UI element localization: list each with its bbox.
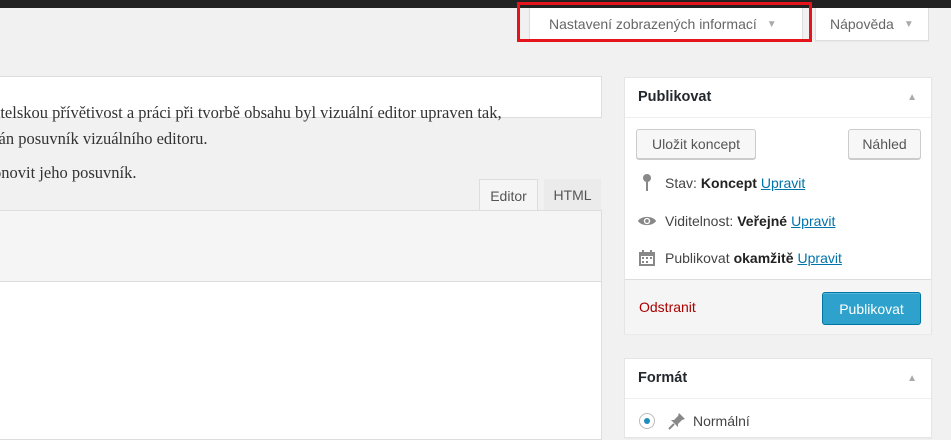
schedule-label: Publikovat: [665, 250, 730, 266]
publish-box-title: Publikovat: [638, 89, 712, 105]
screen-options-tab[interactable]: Nastavení zobrazených informací ▼: [529, 8, 803, 41]
editor-frame[interactable]: [0, 210, 602, 440]
save-draft-button[interactable]: Uložit koncept: [636, 129, 756, 159]
screen-options-label: Nastavení zobrazených informací: [549, 16, 757, 32]
status-value: Koncept: [700, 175, 757, 191]
format-option-label: Normální: [693, 413, 750, 429]
publish-button[interactable]: Publikovat: [822, 292, 921, 325]
visibility-row: Viditelnost: Veřejné Upravit: [637, 211, 835, 231]
format-radio-standard[interactable]: [639, 413, 655, 429]
admin-bar: [0, 0, 951, 8]
format-box-title: Formát: [638, 370, 688, 386]
editor-paragraph: atelskou přívětivost a práci při tvorbě …: [0, 103, 502, 122]
editor-toolbar: [0, 211, 601, 282]
collapse-arrow-icon[interactable]: ▲: [907, 78, 917, 117]
schedule-row: Publikovat okamžitě Upravit: [637, 248, 842, 268]
tab-visual-label: Editor: [490, 187, 527, 204]
preview-button[interactable]: Náhled: [848, 129, 921, 159]
edit-status-link[interactable]: Upravit: [761, 175, 805, 191]
editor-paragraph: rán posuvník vizuálního editoru.: [0, 129, 208, 148]
editor-paragraph: onovit jeho posuvník.: [0, 163, 137, 182]
caret-down-icon: ▼: [903, 18, 914, 30]
edit-visibility-link[interactable]: Upravit: [791, 213, 835, 229]
publish-box: Publikovat ▲ Uložit koncept Náhled Stav:…: [624, 77, 932, 334]
visibility-value: Veřejné: [737, 213, 788, 229]
visibility-label: Viditelnost:: [665, 213, 734, 229]
status-label: Stav:: [665, 175, 697, 191]
format-box-header[interactable]: Formát ▲: [625, 359, 931, 399]
pushpin-icon: [667, 411, 687, 434]
edit-schedule-link[interactable]: Upravit: [798, 250, 842, 266]
preview-label: Náhled: [862, 136, 907, 152]
delete-link[interactable]: Odstranit: [639, 299, 696, 315]
format-box: Formát ▲ Normální: [624, 358, 932, 438]
help-tab[interactable]: Nápověda ▼: [815, 8, 929, 41]
publish-button-label: Publikovat: [839, 300, 904, 317]
editor-content[interactable]: atelskou přívětivost a práci při tvorbě …: [0, 100, 613, 186]
help-label: Nápověda: [830, 16, 894, 32]
collapse-arrow-icon[interactable]: ▲: [907, 359, 917, 398]
schedule-value: okamžitě: [733, 250, 794, 266]
pin-icon: [637, 173, 657, 193]
tab-html-label: HTML: [553, 187, 592, 203]
save-draft-label: Uložit koncept: [652, 136, 740, 152]
eye-icon: [637, 211, 657, 231]
status-row: Stav: Koncept Upravit: [637, 173, 805, 193]
publish-box-header[interactable]: Publikovat ▲: [625, 78, 931, 118]
caret-down-icon: ▼: [766, 18, 777, 30]
major-publishing-actions: Odstranit Publikovat: [625, 279, 931, 334]
calendar-icon: [637, 248, 657, 268]
